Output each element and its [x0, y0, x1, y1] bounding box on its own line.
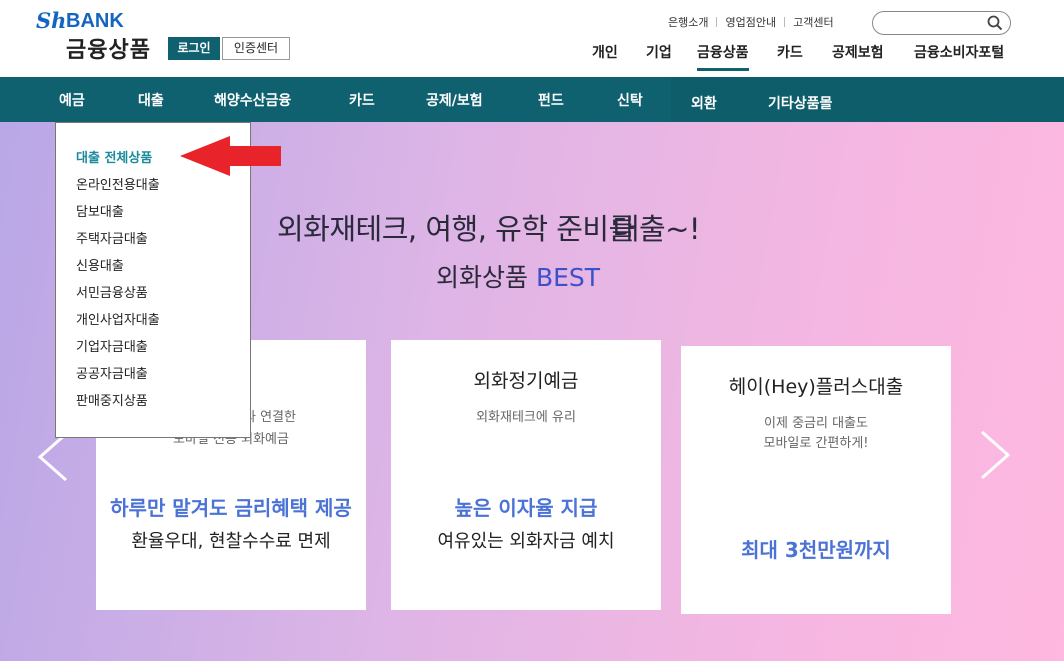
card-highlight: 최대 3천만원까지 [741, 538, 891, 562]
util-link-bank-intro[interactable]: 은행소개 [668, 14, 708, 30]
category-bar-overlay: 외환 기타상품몰 [671, 77, 1064, 127]
search-icon[interactable] [986, 14, 1004, 32]
cat-forex[interactable]: 외환 [691, 93, 717, 113]
divider [784, 17, 786, 27]
login-button[interactable]: 로그인 [168, 37, 220, 60]
site-header: Sh BANK 금융상품 로그인 인증센터 은행소개 영업점안내 고객센터 개인… [0, 0, 1064, 77]
card-desc-1: 외화재테크에 유리 [476, 410, 576, 425]
nav-products[interactable]: 금융상품 [697, 42, 749, 71]
banner-subtitle: 외화상품 BEST [436, 258, 600, 294]
menu-item-all-loans[interactable]: 대출 전체상품 [76, 147, 152, 166]
next-slide-icon[interactable] [978, 430, 1012, 480]
search-box [872, 11, 1011, 35]
banner-title-overlap: 대출~! [612, 212, 701, 246]
nav-business: 기업 [646, 45, 672, 61]
search-input[interactable] [883, 15, 983, 31]
cat-loan[interactable]: 대출 [138, 90, 164, 110]
menu-item-discontinued[interactable]: 판매중지상품 [76, 390, 148, 409]
card-title: 외화정기예금 [473, 370, 579, 392]
banner-subtitle-best: BEST [535, 263, 601, 292]
cat-other-mall[interactable]: 기타상품몰 [768, 93, 832, 113]
card-desc-2: 모바일로 간편하게! [763, 436, 869, 451]
menu-item-business-loan[interactable]: 기업자금대출 [76, 336, 148, 355]
product-card-3[interactable]: 헤이(Hey)플러스대출 이제 중금리 대출도 모바일로 간편하게! 최대 3천… [681, 346, 951, 614]
cat-fund[interactable]: 펀드 [538, 90, 564, 110]
utility-links: 은행소개 영업점안내 고객센터 [668, 14, 834, 30]
red-pointer-arrow-icon [180, 136, 281, 176]
sh-bank-logo[interactable]: Sh BANK [36, 8, 146, 34]
nav-personal[interactable]: 개인 [592, 42, 618, 62]
banner-subtitle-text: 외화상품 [436, 263, 536, 292]
menu-item-housing-loan[interactable]: 주택자금대출 [76, 228, 148, 247]
card-title: 헤이(Hey)플러스대출 [728, 376, 904, 398]
menu-item-credit-loan[interactable]: 신용대출 [76, 255, 124, 274]
prev-slide-icon[interactable] [36, 432, 70, 482]
card-sub: 여유있는 외화자금 예치 [437, 531, 615, 552]
nav-card[interactable]: 카드 [777, 42, 803, 62]
menu-item-low-income[interactable]: 서민금융상품 [76, 282, 148, 301]
cat-insurance[interactable]: 공제/보험 [426, 90, 483, 110]
nav-consumer-portal[interactable]: 금융소비자포털 [914, 42, 1004, 62]
divider [716, 17, 718, 27]
logo-bank: BANK [66, 10, 124, 32]
menu-item-online-loan[interactable]: 온라인전용대출 [76, 174, 160, 193]
card-highlight: 높은 이자율 지급 [454, 496, 598, 520]
card-desc-1: 과 연결한 [244, 410, 296, 425]
site-title: 금융상품 [66, 38, 151, 63]
logo-sh: Sh [36, 8, 67, 33]
cat-trust[interactable]: 신탁 [617, 90, 643, 110]
cat-deposit[interactable]: 예금 [59, 90, 85, 110]
banner-title-main: 외화재테크, 여행, 유학 준비를 [277, 212, 635, 246]
product-card-2[interactable]: 외화정기예금 외화재테크에 유리 높은 이자율 지급 여유있는 외화자금 예치 [391, 340, 661, 610]
menu-item-secured-loan[interactable]: 담보대출 [76, 201, 124, 220]
card-desc-1: 이제 중금리 대출도 [764, 416, 868, 431]
card-sub: 환율우대, 현찰수수료 면제 [131, 531, 331, 552]
cert-center-button[interactable]: 인증센터 [222, 37, 290, 60]
util-link-customer-center[interactable]: 고객센터 [793, 14, 833, 30]
menu-item-public-fund[interactable]: 공공자금대출 [76, 363, 148, 382]
util-link-branch[interactable]: 영업점안내 [725, 14, 776, 30]
cat-card[interactable]: 카드 [349, 90, 375, 110]
menu-item-sole-proprietor[interactable]: 개인사업자대출 [76, 309, 160, 328]
cat-marine-finance[interactable]: 해양수산금융 [214, 90, 291, 110]
nav-business-clipped[interactable]: 기업 [646, 42, 672, 64]
banner-title: 외화재테크, 여행, 유학 준비를대출~! [277, 206, 701, 248]
card-highlight: 하루만 맡겨도 금리혜택 제공 [110, 496, 352, 520]
nav-insurance[interactable]: 공제보험 [832, 42, 884, 62]
